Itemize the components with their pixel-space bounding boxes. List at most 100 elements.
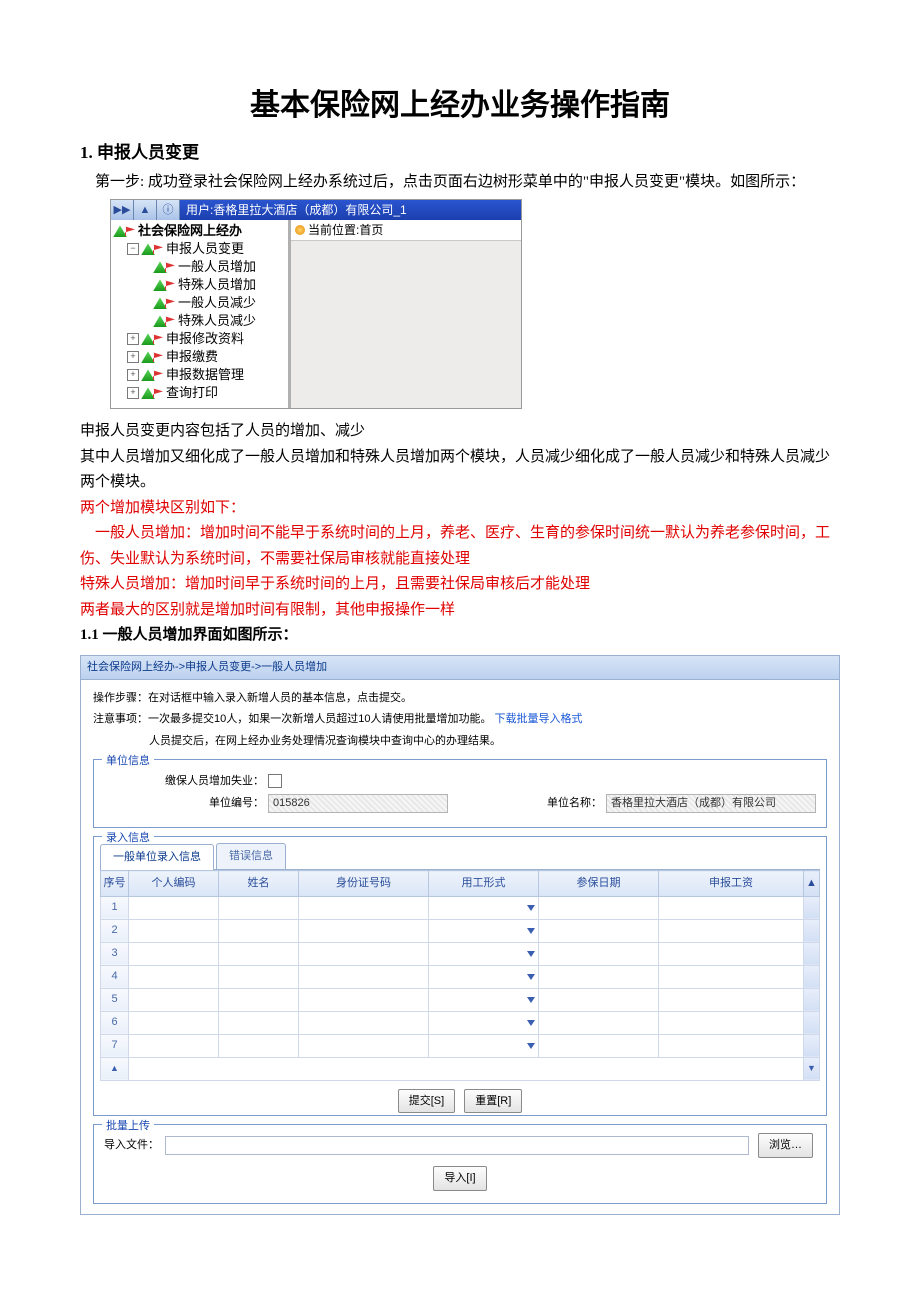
cell-worktype[interactable]: [429, 965, 539, 988]
cell-name[interactable]: [219, 1034, 299, 1057]
cell-worktype[interactable]: [429, 919, 539, 942]
tree-node-label: 查询打印: [166, 382, 218, 404]
unit-name-value: 香格里拉大酒店（成都）有限公司: [606, 794, 816, 813]
scroll-up-icon[interactable]: ▲: [804, 871, 820, 897]
tree-panel: 社会保险网上经办 − 申报人员变更 一般人员增加 特殊人员增加 一般人员减少 特…: [111, 220, 288, 408]
import-button[interactable]: 导入[I]: [433, 1166, 486, 1191]
scroll-track[interactable]: [804, 919, 820, 942]
scroll-track[interactable]: [804, 1034, 820, 1057]
scroll-track[interactable]: [804, 1011, 820, 1034]
tree-icon: [141, 351, 155, 363]
expand-icon[interactable]: +: [127, 387, 139, 399]
location-text: 当前位置:首页: [308, 220, 383, 240]
cell-insure-date[interactable]: [539, 988, 659, 1011]
flag-icon: [125, 226, 135, 236]
cell-worktype[interactable]: [429, 988, 539, 1011]
cell-salary[interactable]: [659, 965, 804, 988]
cell-worktype[interactable]: [429, 896, 539, 919]
scroll-track[interactable]: [804, 988, 820, 1011]
tab-error-info[interactable]: 错误信息: [216, 843, 286, 869]
flag-icon: [153, 370, 163, 380]
cell-person-code[interactable]: [129, 965, 219, 988]
collapse-icon[interactable]: −: [127, 243, 139, 255]
cell-insure-date[interactable]: [539, 896, 659, 919]
cell-idcard[interactable]: [299, 1034, 429, 1057]
unemployment-label: 缴保人员增加失业：: [104, 772, 268, 791]
scroll-track[interactable]: [804, 896, 820, 919]
nav-play-icon[interactable]: ▶▶: [111, 200, 134, 220]
scroll-down-icon[interactable]: ▼: [804, 1057, 820, 1080]
cell-name[interactable]: [219, 919, 299, 942]
file-path-input[interactable]: [165, 1136, 749, 1155]
cell-person-code[interactable]: [129, 1034, 219, 1057]
dropdown-icon: [527, 1043, 535, 1049]
cell-insure-date[interactable]: [539, 1011, 659, 1034]
cell-worktype[interactable]: [429, 1034, 539, 1057]
cell-name[interactable]: [219, 965, 299, 988]
legend-unit: 单位信息: [102, 752, 154, 771]
cell-idcard[interactable]: [299, 965, 429, 988]
cell-idcard[interactable]: [299, 988, 429, 1011]
fieldset-unit-info: 单位信息 缴保人员增加失业： 单位编号： 015826 单位名称： 香格里拉大酒…: [93, 759, 827, 829]
cell-person-code[interactable]: [129, 988, 219, 1011]
tree-icon: [141, 369, 155, 381]
cell-salary[interactable]: [659, 942, 804, 965]
cell-insure-date[interactable]: [539, 942, 659, 965]
nav-up-icon[interactable]: ▲: [134, 200, 157, 220]
browse-button[interactable]: 浏览…: [758, 1133, 813, 1158]
cell-salary[interactable]: [659, 919, 804, 942]
download-template-link[interactable]: 下载批量导入格式: [495, 713, 583, 725]
cell-salary[interactable]: [659, 988, 804, 1011]
row-number: 5: [101, 988, 129, 1011]
cell-idcard[interactable]: [299, 896, 429, 919]
cell-insure-date[interactable]: [539, 919, 659, 942]
flag-icon: [165, 262, 175, 272]
cell-salary[interactable]: [659, 1011, 804, 1034]
tree-icon: [141, 243, 155, 255]
expand-icon[interactable]: +: [127, 369, 139, 381]
file-label: 导入文件：: [104, 1136, 159, 1155]
flag-icon: [153, 388, 163, 398]
row-number: 2: [101, 919, 129, 942]
row-number: 6: [101, 1011, 129, 1034]
legend-batch: 批量上传: [102, 1117, 154, 1136]
cell-idcard[interactable]: [299, 919, 429, 942]
fieldset-batch-upload: 批量上传 导入文件： 浏览… 导入[I]: [93, 1124, 827, 1203]
submit-button[interactable]: 提交[S]: [398, 1089, 455, 1114]
flag-icon: [165, 298, 175, 308]
col-person-code: 个人编码: [129, 871, 219, 897]
page-title: 基本保险网上经办业务操作指南: [80, 80, 840, 131]
para-diff-summary: 两者最大的区别就是增加时间有限制，其他申报操作一样: [80, 598, 840, 624]
expand-icon[interactable]: +: [127, 333, 139, 345]
cell-person-code[interactable]: [129, 1011, 219, 1034]
cell-idcard[interactable]: [299, 942, 429, 965]
cell-name[interactable]: [219, 988, 299, 1011]
cell-worktype[interactable]: [429, 1011, 539, 1034]
cell-idcard[interactable]: [299, 1011, 429, 1034]
scroll-track[interactable]: [804, 942, 820, 965]
cell-name[interactable]: [219, 1011, 299, 1034]
row-scroll-up[interactable]: ▲: [101, 1057, 129, 1080]
cell-salary[interactable]: [659, 896, 804, 919]
cell-person-code[interactable]: [129, 942, 219, 965]
cell-name[interactable]: [219, 942, 299, 965]
tab-general-input[interactable]: 一般单位录入信息: [100, 844, 214, 870]
para-diff-special: 特殊人员增加：增加时间早于系统时间的上月，且需要社保局审核后才能处理: [80, 572, 840, 598]
cell-person-code[interactable]: [129, 919, 219, 942]
flag-icon: [165, 280, 175, 290]
cell-salary[interactable]: [659, 1034, 804, 1057]
location-icon: [295, 225, 305, 235]
reset-button[interactable]: 重置[R]: [464, 1089, 522, 1114]
unemployment-checkbox[interactable]: [268, 774, 282, 788]
nav-info-icon[interactable]: ⓘ: [157, 200, 180, 220]
cell-person-code[interactable]: [129, 896, 219, 919]
form-intro-2: 注意事项：一次最多提交10人，如果一次新增人员超过10人请使用批量增加功能。 下…: [93, 710, 827, 729]
expand-icon[interactable]: +: [127, 351, 139, 363]
cell-insure-date[interactable]: [539, 1034, 659, 1057]
unit-name-label: 单位名称：: [547, 794, 606, 813]
cell-worktype[interactable]: [429, 942, 539, 965]
tree-node-print[interactable]: + 查询打印: [113, 384, 288, 402]
cell-insure-date[interactable]: [539, 965, 659, 988]
scroll-track[interactable]: [804, 965, 820, 988]
cell-name[interactable]: [219, 896, 299, 919]
